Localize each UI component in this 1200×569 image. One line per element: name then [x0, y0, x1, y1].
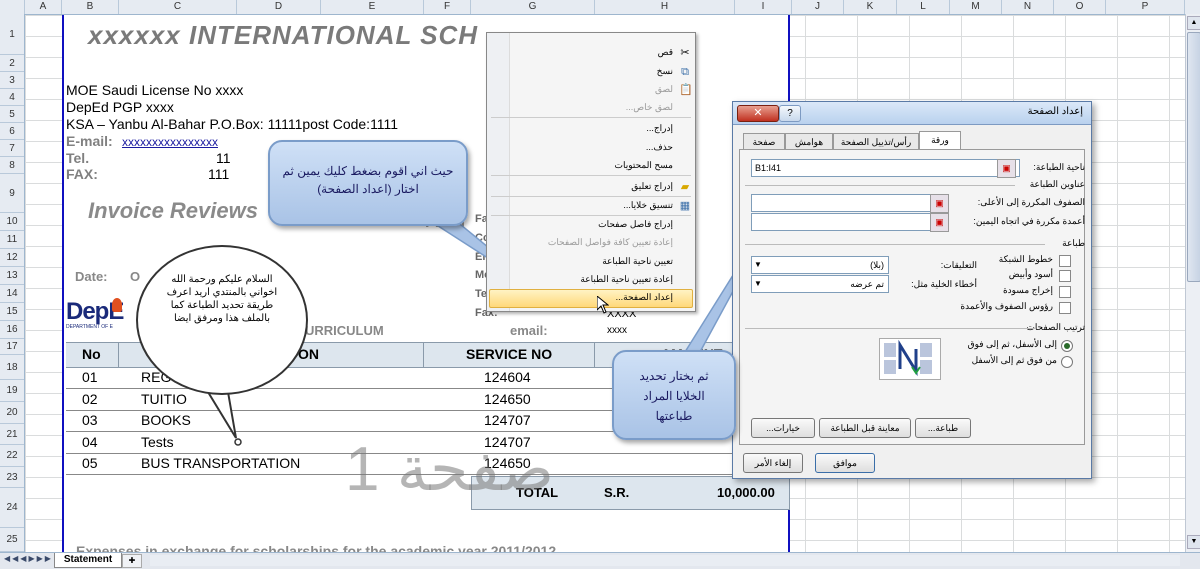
menu-item-format-cells[interactable]: تنسيق خلايا...	[623, 200, 673, 211]
vertical-scrollbar[interactable]: ▲ ▼	[1185, 14, 1200, 552]
menu-item-cut[interactable]: قص	[658, 47, 673, 58]
page-order-preview-icon	[879, 338, 941, 380]
cell-errors-select[interactable]: تم عرضه	[751, 275, 889, 293]
print-section-label: طباعة	[1062, 238, 1085, 248]
collapse-dialog-icon[interactable]: ▣	[930, 213, 949, 232]
headings-label: رؤوس الصفوف والأعمدة	[960, 301, 1053, 311]
order-down-over-label: إلى الأسفل، ثم إلى فوق	[967, 339, 1057, 349]
draft-label: إخراج مسودة	[1002, 285, 1053, 295]
options-button[interactable]: خيارات...	[751, 418, 815, 438]
print-titles-label: عناوين الطباعة	[1029, 179, 1085, 189]
bw-checkbox[interactable]	[1059, 270, 1071, 282]
headings-checkbox[interactable]	[1059, 302, 1071, 314]
rows-repeat-label: الصفوف المكررة إلى الأعلى:	[977, 197, 1085, 207]
cell-errors-label: أخطاء الخلية مثل:	[911, 279, 977, 289]
chevron-down-icon[interactable]: ▼	[752, 257, 764, 273]
question-cloud: السلام عليكم ورحمة الله اخواني بالمنتدي …	[136, 245, 308, 395]
cols-repeat-input[interactable]	[751, 213, 949, 231]
print-area-label: ناحية الطباعة:	[1033, 162, 1085, 172]
menu-item-insert[interactable]: إدراج...	[646, 123, 673, 134]
paste-icon: 📋	[679, 84, 693, 96]
callout-right-click: حيث اني اقوم بضغط كليك يمين ثم اختار (اع…	[268, 140, 468, 226]
menu-item-reset-page-breaks[interactable]: إعادة تعيين كافة فواصل الصفحات	[548, 237, 673, 248]
tab-sheet[interactable]: ورقة	[919, 131, 961, 151]
horizontal-scrollbar[interactable]	[150, 555, 1180, 566]
print-area-input[interactable]: B1:I41	[751, 159, 1020, 177]
menu-item-insert-comment[interactable]: إدراج تعليق	[631, 181, 673, 192]
ok-button[interactable]: موافق	[815, 453, 875, 473]
menu-item-paste[interactable]: لصق	[655, 84, 673, 95]
comments-select[interactable]: (بلا)	[751, 256, 889, 274]
page-order-label: ترتيب الصفحات	[1026, 322, 1085, 332]
order-over-down-radio[interactable]	[1061, 356, 1073, 368]
tab-nav-arrows-icon[interactable]: ◀◀◀▶▶▶	[4, 554, 53, 563]
print-button[interactable]: طباعة...	[915, 418, 971, 438]
help-button[interactable]: ?	[779, 105, 801, 122]
chevron-down-icon[interactable]: ▼	[752, 276, 764, 292]
menu-item-reset-print-area[interactable]: إعادة تعيين ناحية الطباعة	[580, 274, 673, 285]
dialog-titlebar[interactable]: إعداد الصفحة ✕ ?	[733, 102, 1091, 125]
scroll-up-icon[interactable]: ▲	[1187, 16, 1200, 30]
menu-item-delete[interactable]: حذف...	[646, 142, 673, 153]
cut-icon: ✂	[680, 47, 690, 59]
bw-label: أسود وأبيض	[1008, 269, 1053, 279]
collapse-dialog-icon[interactable]: ▣	[930, 194, 949, 213]
draft-checkbox[interactable]	[1059, 286, 1071, 298]
page-setup-dialog: إعداد الصفحة ✕ ? صفحة هوامش رأس/تذييل ال…	[732, 101, 1092, 479]
menu-item-insert-page-break[interactable]: إدراج فاصل صفحات	[598, 219, 673, 230]
format-cells-icon: ▦	[679, 200, 691, 212]
menu-item-clear-contents[interactable]: مسح المحتويات	[615, 160, 674, 171]
menu-item-paste-special[interactable]: لصق خاص...	[626, 102, 673, 113]
order-over-down-label: من فوق ثم إلى الأسفل	[971, 355, 1057, 365]
copy-icon: ⧉	[681, 66, 689, 78]
tab-header-footer[interactable]: رأس/تذييل الصفحة	[833, 133, 919, 150]
sheet-tab-statement[interactable]: Statement	[54, 553, 122, 568]
rows-repeat-input[interactable]	[751, 194, 949, 212]
cancel-button[interactable]: إلغاء الأمر	[743, 453, 803, 473]
menu-item-page-setup[interactable]: إعداد الصفحة...	[616, 292, 673, 303]
menu-item-copy[interactable]: نسخ	[657, 66, 673, 77]
context-menu: ✂ قص ⧉ نسخ 📋 لصق لصق خاص... إدراج... حذف…	[486, 32, 696, 312]
sheet-tab-bar: ◀◀◀▶▶▶ Statement ✚	[0, 552, 1200, 569]
mouse-cursor-icon	[597, 296, 609, 314]
comments-label: التعليقات:	[940, 260, 977, 270]
print-preview-button[interactable]: معاينة قبل الطباعة	[819, 418, 911, 438]
menu-item-set-print-area[interactable]: تعيين ناحية الطباعة	[602, 256, 673, 267]
comment-icon: ▰	[680, 181, 690, 193]
cols-repeat-label: أعمدة مكررة في اتجاه اليمين:	[973, 216, 1085, 226]
tab-page[interactable]: صفحة	[743, 133, 785, 150]
order-down-over-radio[interactable]	[1061, 340, 1073, 352]
gridlines-checkbox[interactable]	[1059, 255, 1071, 267]
insert-sheet-icon[interactable]: ✚	[122, 554, 142, 568]
collapse-dialog-icon[interactable]: ▣	[997, 159, 1016, 178]
callout-select-cells: ثم بختار تحديد الخلايا المراد طباعتها	[612, 350, 736, 440]
dialog-title: إعداد الصفحة	[1027, 106, 1083, 117]
gridlines-label: خطوط الشبكة	[998, 254, 1053, 264]
scroll-down-icon[interactable]: ▼	[1187, 535, 1200, 549]
tab-margins[interactable]: هوامش	[785, 133, 833, 150]
close-button[interactable]: ✕	[737, 105, 779, 122]
scroll-thumb[interactable]	[1187, 32, 1200, 282]
